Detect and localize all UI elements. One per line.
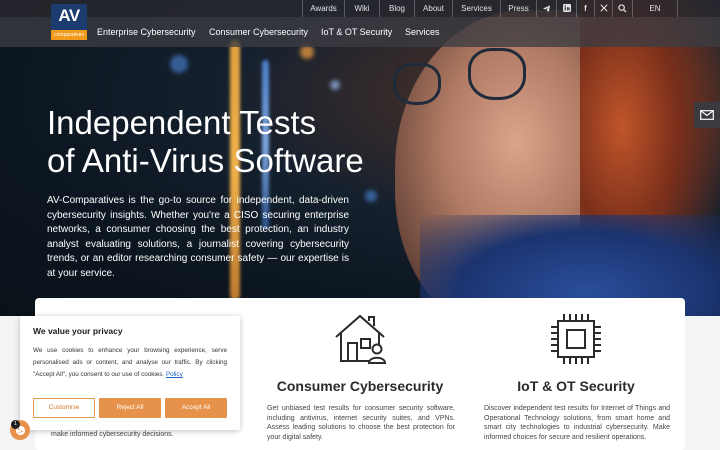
hero-bokeh	[170, 55, 188, 73]
hero-description: AV-Comparatives is the go-to source for …	[47, 195, 349, 279]
top-bar: Awards Wiki Blog About Services Press f …	[0, 0, 720, 17]
iot-card-title[interactable]: IoT & OT Security	[476, 378, 676, 394]
top-link-blog[interactable]: Blog	[379, 0, 414, 17]
logo-mark: AV	[58, 6, 80, 25]
nav-enterprise-cybersecurity[interactable]: Enterprise Cybersecurity	[97, 17, 196, 47]
hero-bokeh	[365, 190, 377, 202]
cookie-message: We use cookies to enhance your browsing …	[33, 347, 227, 378]
mail-icon[interactable]	[694, 102, 720, 128]
nav-iot-ot-security[interactable]: IoT & OT Security	[321, 17, 392, 47]
top-link-press[interactable]: Press	[500, 0, 536, 17]
top-link-awards[interactable]: Awards	[302, 0, 344, 17]
hero-title-line1: Independent Tests	[47, 104, 317, 141]
hero-banner: Independent Tests of Anti-Virus Software…	[0, 0, 720, 316]
hero-bokeh	[300, 45, 314, 59]
top-link-services[interactable]: Services	[452, 0, 500, 17]
nav-consumer-cybersecurity[interactable]: Consumer Cybersecurity	[209, 17, 308, 47]
cookie-text: We use cookies to enhance your browsing …	[33, 345, 227, 381]
consumer-card-text: Get unbiased test results for consumer s…	[267, 405, 455, 441]
facebook-icon[interactable]: f	[576, 0, 594, 17]
notification-badge: 1	[11, 420, 20, 429]
customise-button[interactable]: Customise	[33, 398, 95, 418]
hero-title: Independent Tests of Anti-Virus Software	[47, 104, 364, 180]
cookie-consent-banner: We value your privacy We use cookies to …	[20, 316, 240, 430]
house-user-icon	[333, 313, 387, 370]
linkedin-icon[interactable]	[556, 0, 576, 17]
iot-card-text: Discover independent test results for In…	[484, 405, 670, 441]
enterprise-card-text: make informed cybersecurity decisions.	[51, 431, 174, 438]
hero-glasses-lens	[468, 48, 526, 100]
accept-all-button[interactable]: Accept All	[165, 398, 227, 418]
top-link-wiki[interactable]: Wiki	[344, 0, 379, 17]
chip-icon	[550, 313, 602, 370]
consumer-card-title[interactable]: Consumer Cybersecurity	[260, 378, 460, 394]
reject-all-button[interactable]: Reject All	[99, 398, 161, 418]
language-selector[interactable]: EN	[632, 0, 678, 17]
logo-subtitle: comparatives	[51, 30, 87, 40]
hero-title-line2: of Anti-Virus Software	[47, 142, 364, 179]
hero-bokeh	[330, 80, 340, 90]
hero-glasses-lens	[393, 63, 441, 105]
cookie-policy-link[interactable]: Policy	[166, 371, 183, 378]
search-icon[interactable]	[612, 0, 632, 17]
nav-services[interactable]: Services	[405, 17, 440, 47]
telegram-icon[interactable]	[536, 0, 556, 17]
cookie-title: We value your privacy	[33, 326, 123, 336]
top-link-about[interactable]: About	[414, 0, 452, 17]
x-icon[interactable]	[594, 0, 612, 17]
logo[interactable]: AV comparatives	[51, 4, 87, 40]
main-nav: Enterprise Cybersecurity Consumer Cybers…	[0, 17, 720, 47]
